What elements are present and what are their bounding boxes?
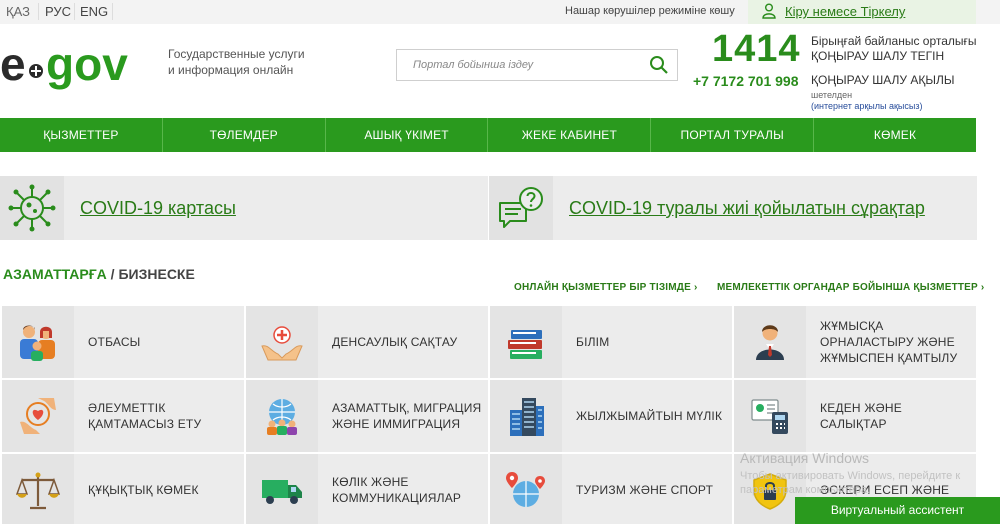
customs-icon — [751, 399, 788, 434]
books-icon — [508, 330, 542, 359]
tile-icon-box — [2, 380, 74, 452]
all-services-link[interactable]: ОНЛАЙН ҚЫЗМЕТТЕР БІР ТІЗІМДЕ › — [514, 282, 698, 293]
visually-impaired-link[interactable]: Нашар көрушілер режиміне көшу — [565, 5, 735, 17]
main-nav: ҚЫЗМЕТТЕР ТӨЛЕМДЕР АШЫҚ ҮКІМЕТ ЖЕКЕ КАБИ… — [0, 118, 976, 152]
tile-label: КӨЛІК ЖӘНЕ КОММУНИКАЦИЯЛАР — [332, 475, 462, 505]
scales-icon — [16, 472, 60, 510]
healthcare-icon — [261, 326, 303, 361]
section-title: АЗАМАТТАРҒА / БИЗНЕСКЕ — [3, 266, 195, 282]
divider — [112, 3, 113, 20]
abroad-note: (интернет арқылы ақысыз) — [811, 101, 923, 111]
virtual-assistant-button[interactable]: Виртуальный ассистент — [795, 497, 1000, 524]
tile-icon-box — [2, 454, 74, 524]
tile-icon-box — [490, 306, 562, 378]
nav-payments[interactable]: ТӨЛЕМДЕР — [163, 118, 326, 152]
tile-social-security[interactable]: ӘЛЕУМЕТТІК ҚАМТАМАСЫЗ ЕТУ — [2, 380, 244, 452]
covid-icon-box — [0, 176, 64, 240]
logo-subtitle: Государственные услуги и информация онла… — [168, 46, 318, 78]
chat-question-icon — [499, 187, 543, 228]
nav-open-government[interactable]: АШЫҚ ҮКІМЕТ — [326, 118, 489, 152]
svg-text:e: e — [0, 38, 26, 90]
windows-activation-text: Чтобы активировать Windows, перейдите к … — [740, 470, 961, 496]
covid-map-link[interactable]: COVID-19 картасы — [80, 198, 236, 219]
note-line: Бірыңғай байланыс орталығы — [811, 34, 977, 48]
tab-business[interactable]: БИЗНЕСКЕ — [118, 266, 194, 282]
tile-icon-box — [246, 380, 318, 452]
tile-label: АЗАМАТТЫҚ, МИГРАЦИЯ ЖӘНЕ ИММИГРАЦИЯ — [332, 401, 482, 431]
tile-healthcare[interactable]: ДЕНСАУЛЫҚ САҚТАУ — [246, 306, 488, 378]
employee-icon — [756, 325, 784, 360]
tile-icon-box — [734, 306, 806, 378]
nav-services[interactable]: ҚЫЗМЕТТЕР — [0, 118, 163, 152]
note-line: ҚОҢЫРАУ ШАЛУ ТЕГІН — [811, 49, 945, 63]
tile-label: ӘЛЕУМЕТТІК ҚАМТАМАСЫЗ ЕТУ — [88, 401, 202, 431]
tile-icon-box — [246, 454, 318, 524]
lang-kaz[interactable]: ҚАЗ — [6, 4, 30, 19]
tile-icon-box — [246, 306, 318, 378]
search-input[interactable]: Портал бойынша іздеу — [396, 49, 678, 81]
social-care-icon — [20, 398, 56, 434]
virus-icon — [8, 184, 56, 232]
tile-label: КЕДЕН ЖӘНЕ САЛЫҚТАР — [820, 401, 902, 431]
covid-icon-box — [489, 176, 553, 240]
tile-label: ҚҰҚЫҚТЫҚ КӨМЕК — [88, 483, 199, 497]
tile-label: ЖЫЛЖЫМАЙТЫН МҮЛІК — [576, 409, 723, 423]
tile-legal-aid[interactable]: ҚҰҚЫҚТЫҚ КӨМЕК — [2, 454, 244, 524]
tile-transport-communications[interactable]: КӨЛІК ЖӘНЕ КОММУНИКАЦИЯЛАР — [246, 454, 488, 524]
slash: / — [106, 266, 119, 282]
tile-icon-box — [2, 306, 74, 378]
tile-icon-box — [734, 380, 806, 452]
globe-people-icon — [267, 399, 297, 435]
nav-personal-cabinet[interactable]: ЖЕКЕ КАБИНЕТ — [488, 118, 652, 152]
svg-text:gov: gov — [46, 38, 128, 90]
tile-employment[interactable]: ЖҰМЫСҚА ОРНАЛАСТЫРУ ЖӘНЕ ЖҰМЫСПЕН ҚАМТЫЛ… — [734, 306, 976, 378]
nav-about-portal[interactable]: ПОРТАЛ ТУРАЛЫ — [651, 118, 815, 152]
buildings-icon — [510, 398, 544, 436]
tile-label: ДЕНСАУЛЫҚ САҚТАУ — [332, 335, 458, 349]
gov-bodies-services-link[interactable]: МЕМЛЕКЕТТІК ОРГАНДАР БОЙЫНША ҚЫЗМЕТТЕР › — [717, 282, 984, 293]
tile-family[interactable]: ОТБАСЫ — [2, 306, 244, 378]
tile-icon-box — [490, 454, 562, 524]
tile-tourism-sport[interactable]: ТУРИЗМ ЖӘНЕ СПОРТ — [490, 454, 732, 524]
tile-icon-box — [490, 380, 562, 452]
abroad-label: шетелден — [811, 90, 853, 100]
windows-activation-title: Активация Windows — [740, 450, 870, 466]
phone-long-note: ҚОҢЫРАУ ШАЛУ АҚЫЛЫ — [811, 73, 955, 87]
phone-short-note: Бірыңғай байланыс орталығы ҚОҢЫРАУ ШАЛУ … — [811, 34, 977, 64]
search-icon[interactable] — [649, 55, 669, 75]
tile-label: БІЛІМ — [576, 335, 610, 349]
divider — [74, 3, 75, 20]
nav-help[interactable]: КӨМЕК — [814, 118, 976, 152]
covid-faq-banner[interactable]: COVID-19 туралы жиі қойылатын сұрақтар — [489, 176, 977, 240]
subtitle-line: Государственные услуги — [168, 47, 305, 61]
lang-eng[interactable]: ENG — [80, 4, 108, 19]
covid-map-banner[interactable]: COVID-19 картасы — [0, 176, 488, 240]
lang-rus[interactable]: РУС — [45, 4, 71, 19]
tile-citizenship-migration[interactable]: АЗАМАТТЫҚ, МИГРАЦИЯ ЖӘНЕ ИММИГРАЦИЯ — [246, 380, 488, 452]
travel-icon — [506, 472, 545, 507]
divider — [38, 3, 39, 20]
family-icon — [20, 325, 55, 361]
subtitle-line: и информация онлайн — [168, 63, 294, 77]
login-link[interactable]: Кіру немесе Тіркелу — [785, 4, 905, 19]
phone-short[interactable]: 1414 — [712, 28, 801, 71]
tile-education[interactable]: БІЛІМ — [490, 306, 732, 378]
user-icon — [762, 3, 776, 19]
tile-label: ОТБАСЫ — [88, 335, 141, 349]
phone-long[interactable]: +7 7172 701 998 — [693, 73, 799, 89]
search-placeholder: Портал бойынша іздеу — [413, 59, 534, 71]
tile-label: ТУРИЗМ ЖӘНЕ СПОРТ — [576, 483, 714, 497]
egov-logo[interactable]: e gov — [0, 38, 155, 94]
tile-customs-taxes[interactable]: КЕДЕН ЖӘНЕ САЛЫҚТАР — [734, 380, 976, 452]
tile-label: ЖҰМЫСҚА ОРНАЛАСТЫРУ ЖӘНЕ ЖҰМЫСПЕН ҚАМТЫЛ… — [820, 319, 958, 365]
tab-citizens[interactable]: АЗАМАТТАРҒА — [3, 266, 107, 282]
tile-real-estate[interactable]: ЖЫЛЖЫМАЙТЫН МҮЛІК — [490, 380, 732, 452]
covid-faq-link[interactable]: COVID-19 туралы жиі қойылатын сұрақтар — [569, 198, 925, 219]
truck-icon — [262, 480, 302, 504]
